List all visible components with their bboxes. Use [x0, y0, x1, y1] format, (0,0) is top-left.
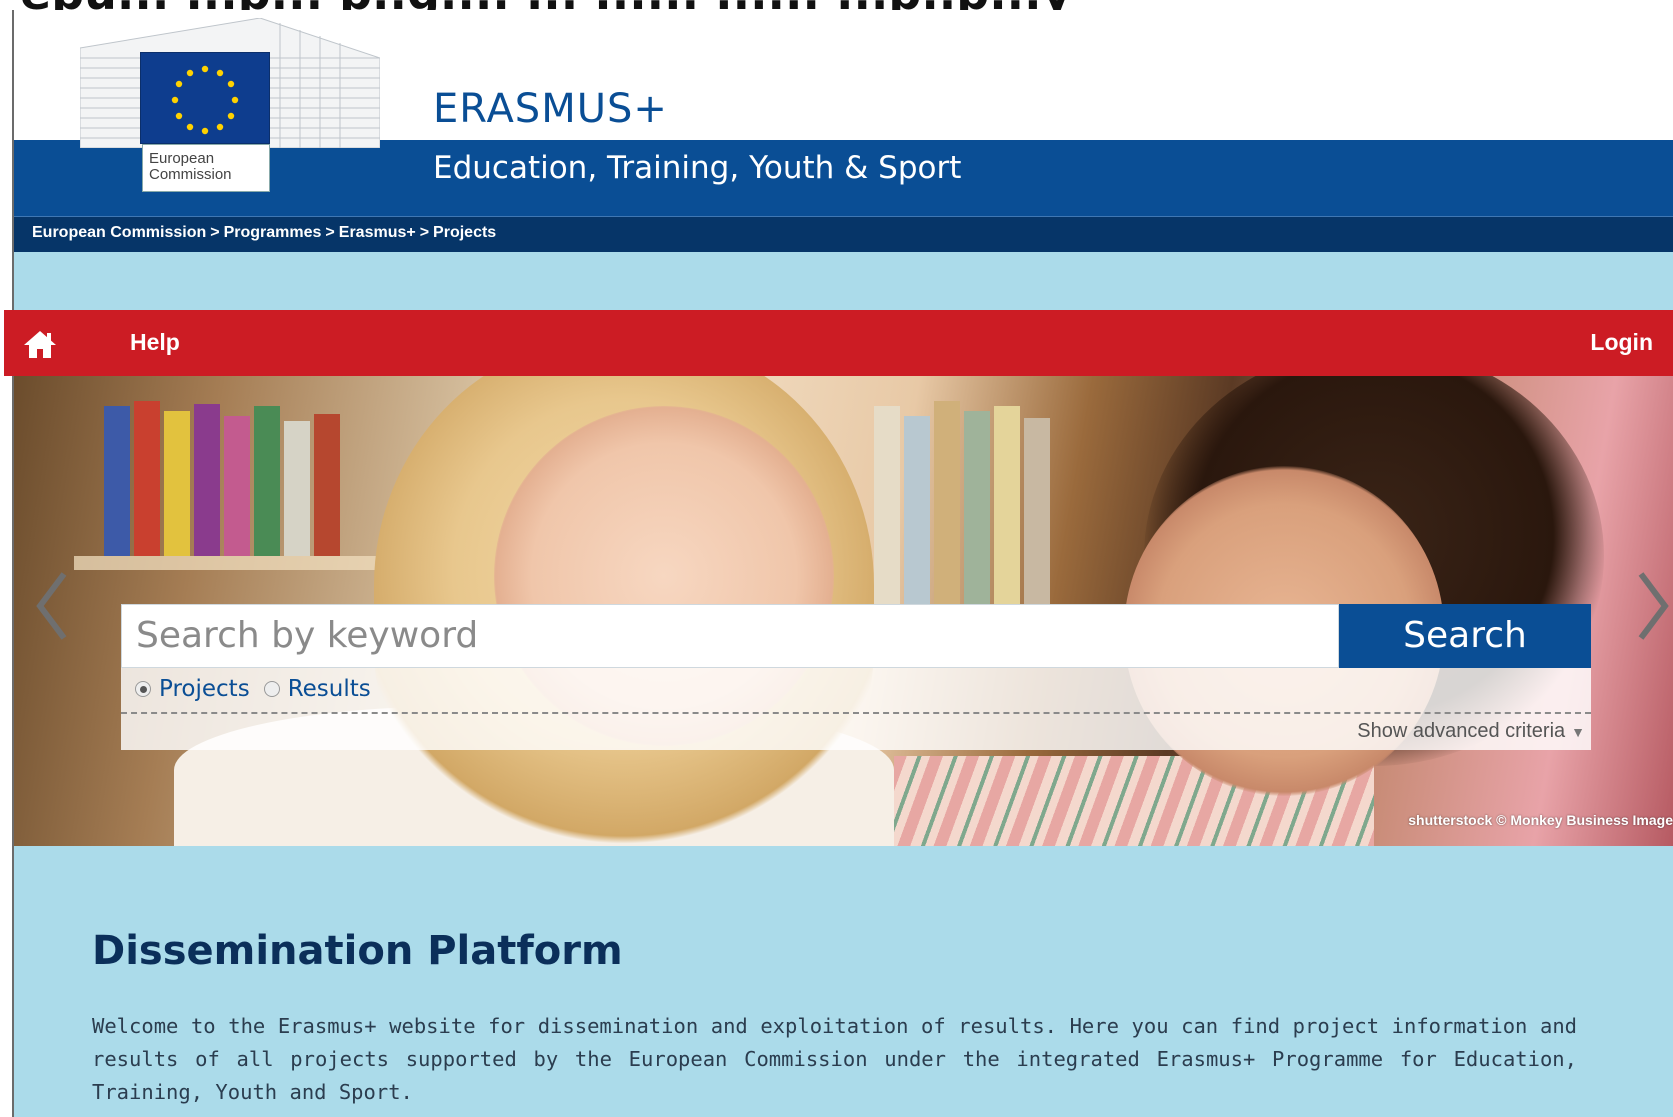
logo-line-european: European [149, 150, 215, 167]
nav-help-link[interactable]: Help [130, 329, 180, 356]
background-book [254, 406, 280, 556]
eu-stars-icon [171, 65, 239, 135]
radio-results-label[interactable]: Results [288, 676, 371, 702]
search-button[interactable]: Search [1339, 604, 1591, 668]
show-advanced-criteria-toggle[interactable]: Show advanced criteria ▼ [1357, 720, 1585, 743]
carousel-prev-arrow-icon[interactable] [32, 566, 72, 646]
background-book [104, 406, 130, 556]
background-book [904, 416, 930, 606]
programme-subtitle: Education, Training, Youth & Sport [433, 150, 962, 186]
background-book [934, 401, 960, 606]
background-book [314, 414, 340, 556]
breadcrumb-item-erasmus[interactable]: Erasmus+ [339, 224, 416, 241]
background-book [964, 411, 990, 606]
logo-line-commission: Commission [149, 166, 232, 183]
breadcrumb-item-european-commission[interactable]: European Commission [32, 224, 206, 241]
programme-title: ERASMUS+ [433, 86, 668, 132]
background-book [1024, 418, 1050, 606]
options-divider [121, 712, 1591, 714]
caret-down-icon: ▼ [1571, 724, 1585, 740]
clipped-top-text: epu... ...p... p..g.... ... ...... .....… [20, 0, 1072, 10]
carousel-next-arrow-icon[interactable] [1633, 566, 1673, 646]
radio-results[interactable] [263, 681, 280, 697]
breadcrumb-item-projects[interactable]: Projects [433, 224, 496, 241]
breadcrumb-separator: > [210, 224, 220, 241]
commission-logo-text: European Commission [142, 144, 270, 192]
breadcrumb: European Commission > Programmes > Erasmus+ >… [32, 224, 496, 242]
background-book [134, 401, 160, 556]
background-book [164, 411, 190, 556]
breadcrumb-separator: > [419, 224, 430, 241]
background-book [994, 406, 1020, 606]
nav-login-link[interactable]: Login [1590, 329, 1653, 356]
hero-carousel: Search by keyword Search Projects Result… [14, 376, 1673, 846]
breadcrumb-separator: > [325, 224, 335, 241]
radio-projects[interactable] [135, 681, 151, 697]
photo-credit: shutterstock © Monkey Business Image [1408, 812, 1673, 828]
search-input[interactable]: Search by keyword [121, 604, 1339, 668]
radio-projects-label[interactable]: Projects [159, 676, 250, 702]
spacer-strip [14, 252, 1673, 310]
search-options-panel: Projects Results Show advanced criteria ▼ [121, 668, 1591, 750]
page-title: Dissemination Platform [92, 928, 623, 974]
advanced-criteria-label: Show advanced criteria [1357, 720, 1566, 742]
bookshelf-plank [74, 556, 394, 570]
clipped-top-caption: epu... ...p... p..g.... ... ...... .....… [0, 0, 1673, 10]
intro-paragraph: Welcome to the Erasmus+ website for diss… [92, 1014, 1577, 1104]
breadcrumb-item-programmes[interactable]: Programmes [224, 224, 322, 241]
background-book [224, 416, 250, 556]
eu-flag-logo[interactable] [140, 52, 270, 144]
background-book [874, 406, 900, 606]
home-icon[interactable] [22, 328, 58, 360]
background-book [284, 421, 310, 556]
search-scope-radios: Projects Results [135, 676, 385, 702]
intro-section: Dissemination Platform Welcome to the Er… [14, 846, 1673, 1117]
main-nav: Help Login [4, 310, 1673, 376]
background-book [194, 404, 220, 556]
